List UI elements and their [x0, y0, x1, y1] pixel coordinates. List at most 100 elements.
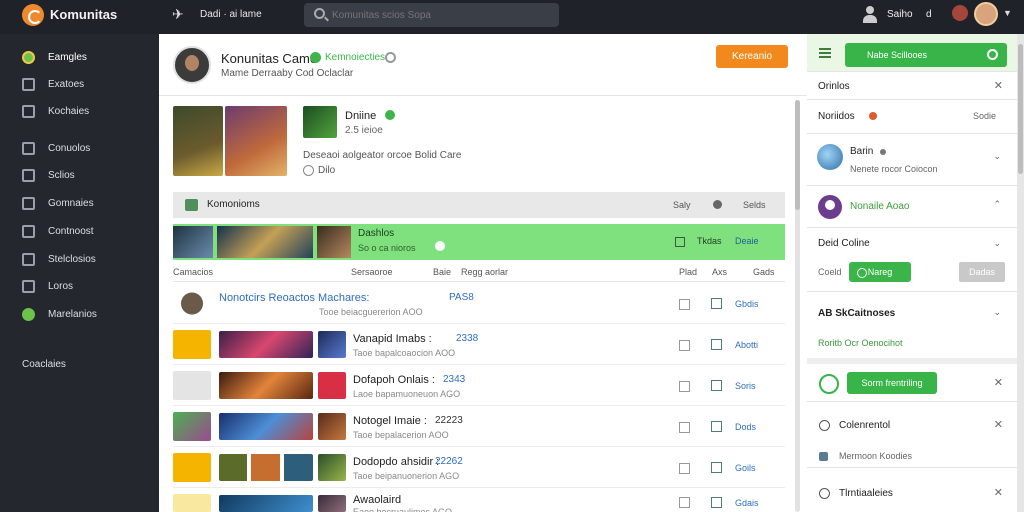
row-link[interactable]: Dods — [735, 422, 756, 432]
new-section-button[interactable]: Nabe Scillooes — [845, 43, 1007, 67]
column-header[interactable]: Regg aorlar — [461, 267, 508, 277]
sidebar-item-exatoes[interactable]: Exatoes — [0, 73, 159, 97]
row-link[interactable]: Gdais — [735, 498, 759, 508]
secondary-button[interactable]: Dadas — [959, 262, 1005, 282]
sidebar-item-contnoost[interactable]: Contnoost — [0, 220, 159, 244]
column-header[interactable]: Baie — [433, 267, 451, 277]
notification-badge-icon[interactable] — [952, 5, 968, 21]
right-scrollbar[interactable] — [1017, 34, 1024, 512]
game-logo-image[interactable] — [303, 106, 337, 138]
table-row[interactable]: Awaolaird Eaoe becruaulimes AGO Gdais — [173, 489, 785, 512]
column-header[interactable]: Plad — [679, 267, 697, 277]
row-link[interactable]: Goils — [735, 463, 756, 473]
table-row[interactable]: Vanapid Imabs : 2338 Taoe bapalcoaocion … — [173, 325, 785, 365]
sidebar-item-marelanios[interactable]: Marelanios — [0, 303, 159, 327]
share-icon[interactable] — [711, 380, 722, 391]
row-checkbox[interactable] — [679, 340, 690, 351]
primary-action-button[interactable]: Kereanio — [716, 45, 788, 68]
info-icon[interactable] — [987, 49, 998, 60]
notifications-card[interactable]: Noriidos Sodie — [807, 100, 1017, 134]
share-icon[interactable] — [711, 421, 722, 432]
share-icon[interactable] — [711, 462, 722, 473]
chevron-up-icon[interactable]: ⌃ — [993, 199, 1001, 210]
game-thumbnail — [318, 495, 346, 512]
profile-status: Kemnoiecties — [325, 52, 386, 63]
row-title: Vanapid Imabs : — [353, 333, 432, 345]
sidebar-item-eamgles[interactable]: Eamgles — [0, 46, 159, 70]
highlight-label: Tkdas — [697, 236, 722, 246]
friends-card[interactable]: Nonaile Aoao ⌃ — [807, 186, 1017, 228]
menu-icon[interactable] — [819, 48, 831, 58]
highlighted-row[interactable]: Dashlos So o ca nioros Tkdas Deaie — [173, 224, 785, 260]
share-icon[interactable] — [711, 497, 722, 508]
chevron-down-icon[interactable]: ⌄ — [993, 238, 1001, 249]
rocket-icon[interactable]: ✈ — [172, 6, 188, 22]
section-filter-label[interactable]: Saly — [673, 200, 691, 210]
sidebar-item-conuolos[interactable]: Conuolos — [0, 137, 159, 161]
row-link[interactable]: Abotti — [735, 340, 758, 350]
sidebar-item-stelclosios[interactable]: Stelclosios — [0, 248, 159, 272]
game-art-image[interactable] — [173, 106, 223, 176]
sidebar-footer[interactable]: Coaclaies — [0, 353, 159, 377]
sidebar-item-kochaies[interactable]: Kochaies — [0, 100, 159, 124]
achievements-link[interactable]: Roritb Ocr Oenocihot — [818, 338, 903, 348]
profile-avatar[interactable] — [173, 46, 211, 84]
close-icon[interactable]: ✕ — [994, 376, 1003, 389]
row-checkbox[interactable] — [679, 381, 690, 392]
highlight-link[interactable]: Deaie — [735, 236, 759, 246]
comments-card: Colenrentol ✕ Mermoon Koodies — [807, 402, 1017, 468]
avatar[interactable] — [974, 2, 998, 26]
options-card[interactable]: Orinlos ✕ — [807, 72, 1017, 100]
row-link[interactable]: Soris — [735, 381, 756, 391]
top-user-label[interactable]: Saiho — [887, 9, 913, 20]
sidebar-item-gomnaies[interactable]: Gomnaies — [0, 192, 159, 216]
game-art-image[interactable] — [225, 106, 287, 176]
top-small-label[interactable]: d — [926, 9, 932, 20]
online-toggle-button[interactable]: Nareg — [849, 262, 911, 282]
notifications-side-label[interactable]: Sodie — [973, 111, 996, 121]
scrollbar-thumb[interactable] — [795, 100, 800, 210]
close-icon[interactable]: ✕ — [994, 79, 1003, 92]
featured-link[interactable]: Dilo — [318, 165, 335, 176]
sidebar-item-loros[interactable]: Loros — [0, 275, 159, 299]
sidebar-item-label: Sclios — [48, 170, 75, 181]
table-row[interactable]: Dodopdo ahsidir : 22262 Taoe beipanuoner… — [173, 448, 785, 488]
sidebar-item-label: Conuolos — [48, 143, 91, 154]
action-button[interactable]: Sorm frentriling — [847, 372, 937, 394]
section-sort-label[interactable]: Selds — [743, 200, 766, 210]
row-checkbox[interactable] — [679, 463, 690, 474]
share-icon[interactable] — [711, 339, 722, 350]
scrollbar-thumb[interactable] — [1018, 44, 1023, 174]
chevron-down-icon[interactable]: ⌄ — [993, 151, 1001, 162]
gear-icon[interactable] — [385, 52, 396, 63]
table-row[interactable]: Notogel Imaie : 22223 Taoe bepalacerion … — [173, 407, 785, 447]
row-checkbox[interactable] — [675, 237, 685, 247]
user-icon[interactable] — [862, 6, 878, 24]
row-checkbox[interactable] — [679, 497, 690, 508]
column-header[interactable]: Axs — [712, 267, 727, 277]
row-checkbox[interactable] — [679, 422, 690, 433]
top-nav-text[interactable]: Dadi · ai lame — [200, 9, 262, 20]
row-checkbox[interactable] — [679, 299, 690, 310]
column-header[interactable]: Sersaoroe — [351, 267, 393, 277]
row-link[interactable]: Gbdis — [735, 299, 759, 309]
comments-subtitle[interactable]: Mermoon Koodies — [839, 451, 912, 461]
table-row[interactable]: Dofapoh Onlais : 2343 Laoe bapamuoneuon … — [173, 366, 785, 406]
column-header[interactable]: Gads — [753, 267, 775, 277]
chevron-down-icon[interactable]: ⌄ — [993, 307, 1001, 318]
scrollbar[interactable] — [795, 100, 800, 512]
logo-icon[interactable] — [22, 4, 44, 26]
search-box[interactable] — [304, 3, 559, 27]
search-input[interactable] — [332, 7, 552, 23]
chevron-down-icon[interactable]: ▼ — [1003, 8, 1012, 18]
user-card[interactable]: Barin Nenete rocor Coiocon ⌄ — [807, 134, 1017, 186]
column-header[interactable]: Camacios — [173, 267, 213, 277]
dot-icon[interactable] — [713, 200, 722, 209]
sidebar-item-sclios[interactable]: Sclios — [0, 164, 159, 188]
table-row[interactable]: Nonotcirs Reoactos Machares: PAS8 Tooe b… — [173, 284, 785, 324]
share-icon[interactable] — [711, 298, 722, 309]
close-icon[interactable]: ✕ — [994, 418, 1003, 431]
sidebar-item-label: Exatoes — [48, 79, 85, 90]
close-icon[interactable]: ✕ — [994, 486, 1003, 499]
row-subtitle: Taoe beipanuonerion AGO — [353, 471, 460, 481]
